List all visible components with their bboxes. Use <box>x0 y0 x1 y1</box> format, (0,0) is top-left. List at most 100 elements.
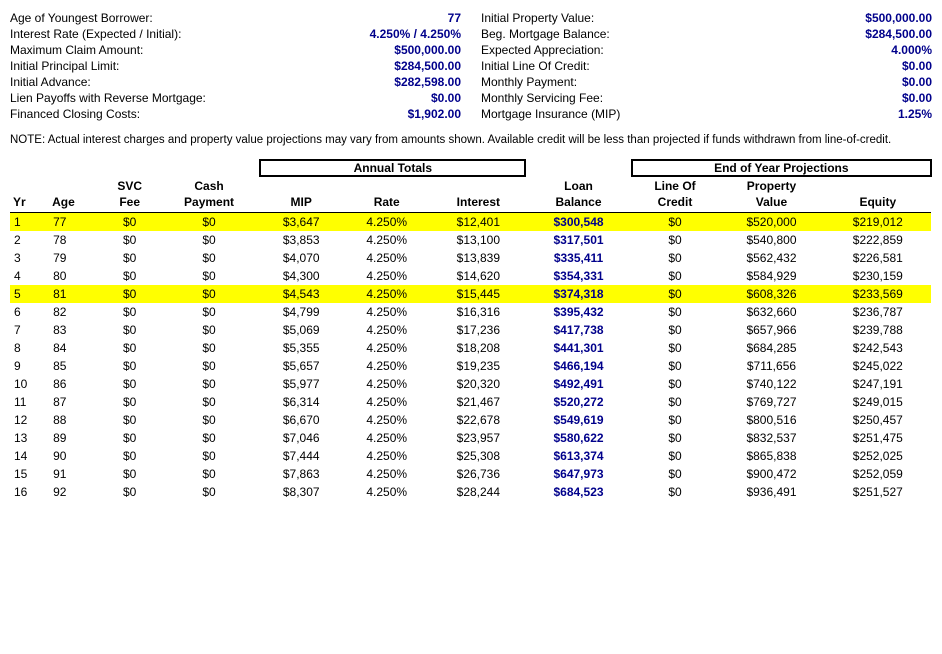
info-row: Initial Line Of Credit:$0.00 <box>481 58 932 74</box>
table-cell: $769,727 <box>718 393 824 411</box>
table-cell: $936,491 <box>718 483 824 501</box>
table-cell: $0 <box>158 213 261 232</box>
table-cell: 4.250% <box>342 249 431 267</box>
info-row: Mortgage Insurance (MIP)1.25% <box>481 106 932 122</box>
info-label: Financed Closing Costs: <box>10 107 140 121</box>
table-cell: $466,194 <box>525 357 631 375</box>
table-cell: $3,647 <box>260 213 342 232</box>
table-cell: $0 <box>158 357 261 375</box>
table-cell: $584,929 <box>718 267 824 285</box>
info-row: Maximum Claim Amount:$500,000.00 <box>10 42 461 58</box>
table-cell: $540,800 <box>718 231 824 249</box>
table-cell: $17,236 <box>431 321 525 339</box>
col-age: Age <box>49 176 101 213</box>
col-prop: PropertyValue <box>718 176 824 213</box>
table-cell: $15,445 <box>431 285 525 303</box>
table-cell: $0 <box>632 375 719 393</box>
table-cell: 4.250% <box>342 213 431 232</box>
table-cell: 9 <box>10 357 49 375</box>
info-row: Monthly Payment:$0.00 <box>481 74 932 90</box>
table-cell: $832,537 <box>718 429 824 447</box>
table-cell: 87 <box>49 393 101 411</box>
info-right: Initial Property Value:$500,000.00Beg. M… <box>481 10 932 122</box>
table-cell: $251,475 <box>825 429 931 447</box>
table-cell: $800,516 <box>718 411 824 429</box>
col-cash: CashPayment <box>158 176 261 213</box>
table-cell: $5,355 <box>260 339 342 357</box>
table-row: 581$0$0$4,5434.250%$15,445$374,318$0$608… <box>10 285 931 303</box>
table-cell: 83 <box>49 321 101 339</box>
section-headers-row: Annual Totals End of Year Projections <box>10 160 931 176</box>
info-row: Initial Advance:$282,598.00 <box>10 74 461 90</box>
info-label: Maximum Claim Amount: <box>10 43 143 57</box>
col-interest: Interest <box>431 176 525 213</box>
table-cell: 4.250% <box>342 411 431 429</box>
info-row: Initial Property Value:$500,000.00 <box>481 10 932 26</box>
table-cell: $0 <box>158 411 261 429</box>
info-label: Monthly Payment: <box>481 75 577 89</box>
table-cell: $0 <box>102 213 158 232</box>
col-rate: Rate <box>342 176 431 213</box>
table-row: 985$0$0$5,6574.250%$19,235$466,194$0$711… <box>10 357 931 375</box>
table-cell: 89 <box>49 429 101 447</box>
table-cell: $239,788 <box>825 321 931 339</box>
table-cell: $0 <box>102 339 158 357</box>
col-svc: SVCFee <box>102 176 158 213</box>
table-cell: $0 <box>632 465 719 483</box>
table-cell: $740,122 <box>718 375 824 393</box>
table-cell: $0 <box>158 249 261 267</box>
table-cell: 8 <box>10 339 49 357</box>
info-row: Beg. Mortgage Balance:$284,500.00 <box>481 26 932 42</box>
table-cell: $0 <box>632 339 719 357</box>
table-cell: $417,738 <box>525 321 631 339</box>
table-cell: $7,046 <box>260 429 342 447</box>
table-cell: 16 <box>10 483 49 501</box>
table-cell: $18,208 <box>431 339 525 357</box>
col-loan: LoanBalance <box>525 176 631 213</box>
table-cell: $0 <box>102 465 158 483</box>
table-cell: $25,308 <box>431 447 525 465</box>
table-cell: $580,622 <box>525 429 631 447</box>
table-cell: $0 <box>102 393 158 411</box>
table-cell: $608,326 <box>718 285 824 303</box>
table-cell: $22,678 <box>431 411 525 429</box>
table-cell: $0 <box>102 321 158 339</box>
table-cell: $13,839 <box>431 249 525 267</box>
table-cell: $4,799 <box>260 303 342 321</box>
table-cell: 7 <box>10 321 49 339</box>
table-cell: 4.250% <box>342 357 431 375</box>
table-cell: $300,548 <box>525 213 631 232</box>
table-cell: $0 <box>102 303 158 321</box>
table-cell: $562,432 <box>718 249 824 267</box>
table-cell: 4.250% <box>342 429 431 447</box>
table-cell: $0 <box>158 375 261 393</box>
info-row: Age of Youngest Borrower:77 <box>10 10 461 26</box>
table-cell: $0 <box>158 429 261 447</box>
table-row: 1086$0$0$5,9774.250%$20,320$492,491$0$74… <box>10 375 931 393</box>
table-cell: $492,491 <box>525 375 631 393</box>
table-cell: $0 <box>632 447 719 465</box>
table-cell: $19,235 <box>431 357 525 375</box>
table-cell: $247,191 <box>825 375 931 393</box>
table-cell: 4.250% <box>342 375 431 393</box>
info-value: $500,000.00 <box>865 11 932 25</box>
table-cell: 12 <box>10 411 49 429</box>
table-cell: $657,966 <box>718 321 824 339</box>
table-cell: 4.250% <box>342 231 431 249</box>
table-row: 1288$0$0$6,6704.250%$22,678$549,619$0$80… <box>10 411 931 429</box>
table-cell: $900,472 <box>718 465 824 483</box>
info-left: Age of Youngest Borrower:77Interest Rate… <box>10 10 461 122</box>
table-cell: $0 <box>632 393 719 411</box>
table-cell: 5 <box>10 285 49 303</box>
table-cell: $222,859 <box>825 231 931 249</box>
table-row: 278$0$0$3,8534.250%$13,100$317,501$0$540… <box>10 231 931 249</box>
info-row: Lien Payoffs with Reverse Mortgage:$0.00 <box>10 90 461 106</box>
table-cell: $0 <box>102 249 158 267</box>
table-row: 884$0$0$5,3554.250%$18,208$441,301$0$684… <box>10 339 931 357</box>
table-cell: $21,467 <box>431 393 525 411</box>
info-value: 77 <box>448 11 461 25</box>
table-cell: 10 <box>10 375 49 393</box>
table-cell: $6,314 <box>260 393 342 411</box>
info-value: 4.250% / 4.250% <box>370 27 461 41</box>
table-row: 1591$0$0$7,8634.250%$26,736$647,973$0$90… <box>10 465 931 483</box>
